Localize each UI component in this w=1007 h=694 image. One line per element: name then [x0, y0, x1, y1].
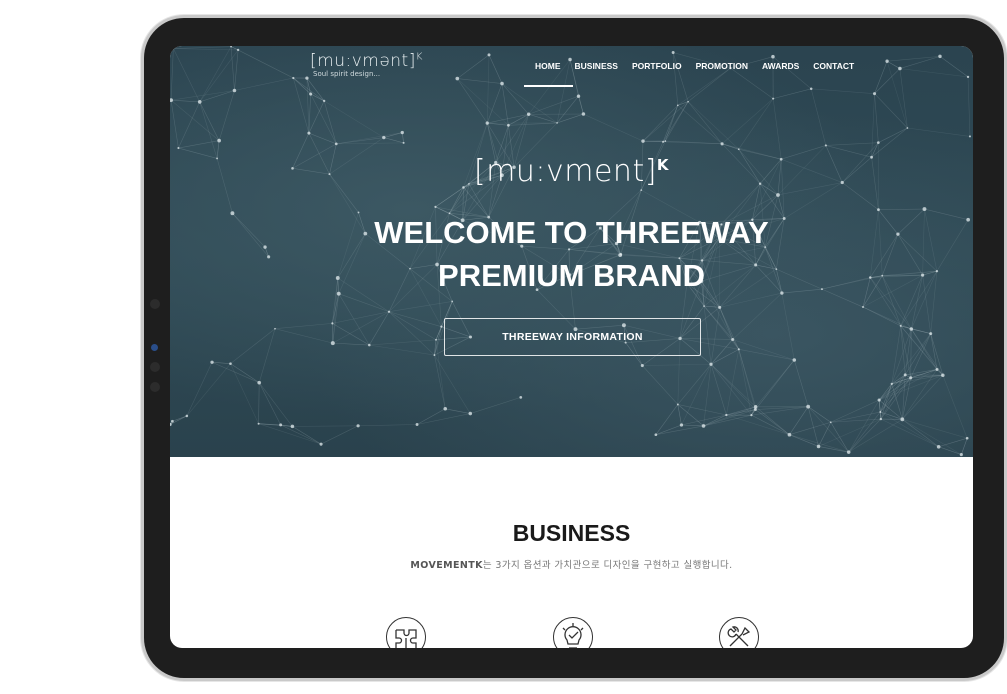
- device-sensor: [150, 299, 160, 309]
- site-logo[interactable]: [mu:vmənt]K Soul spirit design...: [310, 51, 423, 78]
- hero-brand-text: [mu:vment]: [473, 154, 657, 189]
- nav-promotion[interactable]: PROMOTION: [689, 61, 755, 71]
- lightbulb-check-icon: [553, 617, 593, 648]
- hero-title: WELCOME TO THREEWAY PREMIUM BRAND: [170, 211, 973, 297]
- threeway-information-button[interactable]: THREEWAY INFORMATION: [444, 318, 701, 356]
- logo-text: [mu:vmənt]: [310, 51, 416, 71]
- business-title: BUSINESS: [512, 520, 631, 546]
- nav-home[interactable]: HOME: [524, 61, 572, 87]
- hero-brand-logo: [mu:vment]K: [170, 154, 973, 189]
- logo-tagline: Soul spirit design...: [313, 70, 381, 78]
- device-sensor: [150, 382, 160, 392]
- nav-contact[interactable]: CONTACT: [806, 61, 861, 71]
- business-subtitle-text: 는 3가지 옵션과 가치관으로 디자인을 구현하고 실행합니다.: [482, 560, 733, 571]
- nav-portfolio[interactable]: PORTFOLIO: [625, 61, 689, 71]
- tools-icon: [719, 617, 759, 648]
- tablet-screen: [mu:vmənt]K Soul spirit design... HOME B…: [170, 46, 973, 648]
- hero-section: [mu:vmənt]K Soul spirit design... HOME B…: [170, 46, 973, 457]
- nav-business[interactable]: BUSINESS: [568, 61, 625, 71]
- device-sensor: [151, 344, 158, 351]
- hero-title-line2: PREMIUM BRAND: [438, 258, 705, 293]
- hero-brand-sup: K: [656, 156, 670, 174]
- logo-sup: K: [415, 51, 423, 63]
- nav-awards[interactable]: AWARDS: [755, 61, 806, 71]
- business-subtitle-brand: MOVEMENTK: [410, 560, 483, 571]
- hero-title-line1: WELCOME TO THREEWAY: [374, 215, 769, 250]
- device-sensor: [150, 362, 160, 372]
- business-subtitle: MOVEMENTK는 3가지 옵션과 가치관으로 디자인을 구현하고 실행합니다…: [170, 557, 973, 571]
- puzzle-icon: [386, 617, 426, 648]
- main-nav: HOME BUSINESS PORTFOLIO PROMOTION AWARDS…: [524, 61, 861, 87]
